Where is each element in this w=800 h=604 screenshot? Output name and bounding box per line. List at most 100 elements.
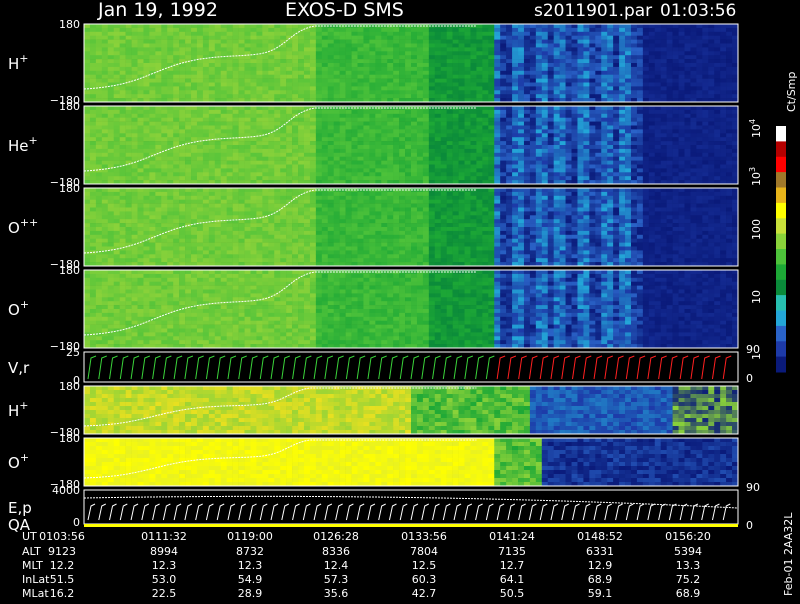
heat-cell — [708, 82, 715, 87]
heat-cell — [161, 90, 168, 95]
heat-cell — [119, 106, 126, 111]
heat-cell — [726, 39, 733, 44]
heat-cell — [535, 39, 543, 44]
heat-cell — [607, 106, 614, 111]
heat-cell — [720, 86, 727, 91]
heat-cell — [547, 117, 554, 122]
heat-cell — [250, 43, 257, 48]
heat-cell — [529, 168, 537, 173]
heat-cell — [173, 195, 180, 200]
heat-cell — [345, 117, 352, 122]
heat-cell — [155, 188, 162, 193]
heat-cell — [595, 156, 602, 161]
heat-cell — [375, 90, 382, 95]
heat-cell — [601, 43, 608, 48]
heat-cell — [286, 137, 293, 142]
heat-cell — [226, 250, 233, 255]
heat-cell — [630, 55, 638, 60]
heat-cell — [440, 117, 447, 122]
heat-cell — [500, 27, 507, 33]
heat-cell — [571, 78, 578, 83]
heat-cell — [226, 156, 233, 161]
heat-cell — [315, 133, 323, 138]
heat-cell — [125, 234, 132, 239]
heat-cell — [464, 51, 471, 56]
heat-cell — [387, 164, 394, 169]
heat-cell — [89, 230, 97, 236]
heat-cell — [321, 43, 329, 48]
heat-cell — [131, 195, 138, 200]
heat-cell — [613, 156, 620, 161]
heat-cell — [155, 121, 162, 126]
heat-cell — [161, 109, 168, 115]
heat-cell — [173, 35, 180, 40]
heat-cell — [702, 27, 709, 33]
heat-cell — [226, 133, 233, 138]
heat-cell — [494, 35, 501, 40]
heat-cell — [280, 94, 287, 99]
heat-cell — [351, 55, 358, 60]
heat-cell — [208, 125, 216, 130]
heat-cell — [387, 176, 394, 181]
heat-cell — [280, 106, 287, 111]
heat-cell — [208, 90, 216, 95]
heat-cell — [292, 47, 299, 52]
heat-cell — [119, 86, 126, 91]
heat-cell — [666, 39, 673, 44]
heat-cell — [125, 188, 132, 193]
heat-cell — [583, 55, 590, 60]
heat-cell — [286, 109, 293, 115]
heat-cell — [101, 90, 109, 95]
heat-cell — [113, 219, 120, 224]
heat-cell — [428, 141, 436, 146]
heat-cell — [547, 78, 554, 83]
heat-cell — [684, 168, 691, 173]
heat-cell — [613, 129, 620, 134]
heat-cell — [137, 203, 144, 208]
heat-cell — [262, 121, 269, 126]
heat-cell — [262, 137, 269, 142]
heat-cell — [619, 43, 626, 48]
heat-cell — [595, 94, 602, 99]
heat-cell — [678, 90, 685, 95]
heat-cell — [690, 55, 697, 60]
heat-cell — [595, 137, 602, 142]
heat-cell — [470, 86, 477, 91]
heat-cell — [654, 141, 662, 146]
heat-cell — [357, 63, 364, 68]
heat-cell — [589, 106, 596, 111]
heat-cell — [137, 109, 144, 115]
heat-cell — [411, 129, 418, 134]
heat-cell — [607, 31, 614, 36]
heat-cell — [666, 51, 673, 56]
heat-cell — [458, 168, 465, 173]
heat-cell — [434, 172, 442, 177]
heat-cell — [630, 47, 638, 52]
heat-cell — [161, 133, 168, 138]
heat-cell — [369, 55, 376, 60]
heat-cell — [143, 188, 150, 193]
heat-cell — [113, 24, 120, 29]
heat-cell — [202, 117, 210, 122]
heat-cell — [220, 191, 227, 197]
heat-cell — [625, 133, 632, 138]
heat-cell — [244, 117, 251, 122]
heat-cell — [369, 176, 376, 181]
heat-cell — [405, 55, 412, 60]
heat-cell — [345, 94, 352, 99]
heat-cell — [512, 55, 519, 60]
heat-cell — [708, 31, 715, 36]
heat-cell — [434, 31, 442, 36]
heat-cell — [678, 27, 685, 33]
heat-cell — [506, 156, 513, 161]
heat-cell — [191, 27, 198, 33]
heat-cell — [327, 113, 335, 118]
heat-cell — [476, 78, 483, 83]
heat-cell — [553, 51, 560, 56]
heat-cell — [708, 59, 715, 64]
heat-cell — [196, 211, 204, 216]
heat-cell — [89, 215, 97, 220]
heat-cell — [583, 31, 590, 36]
heat-cell — [613, 90, 620, 95]
heat-cell — [660, 63, 667, 68]
